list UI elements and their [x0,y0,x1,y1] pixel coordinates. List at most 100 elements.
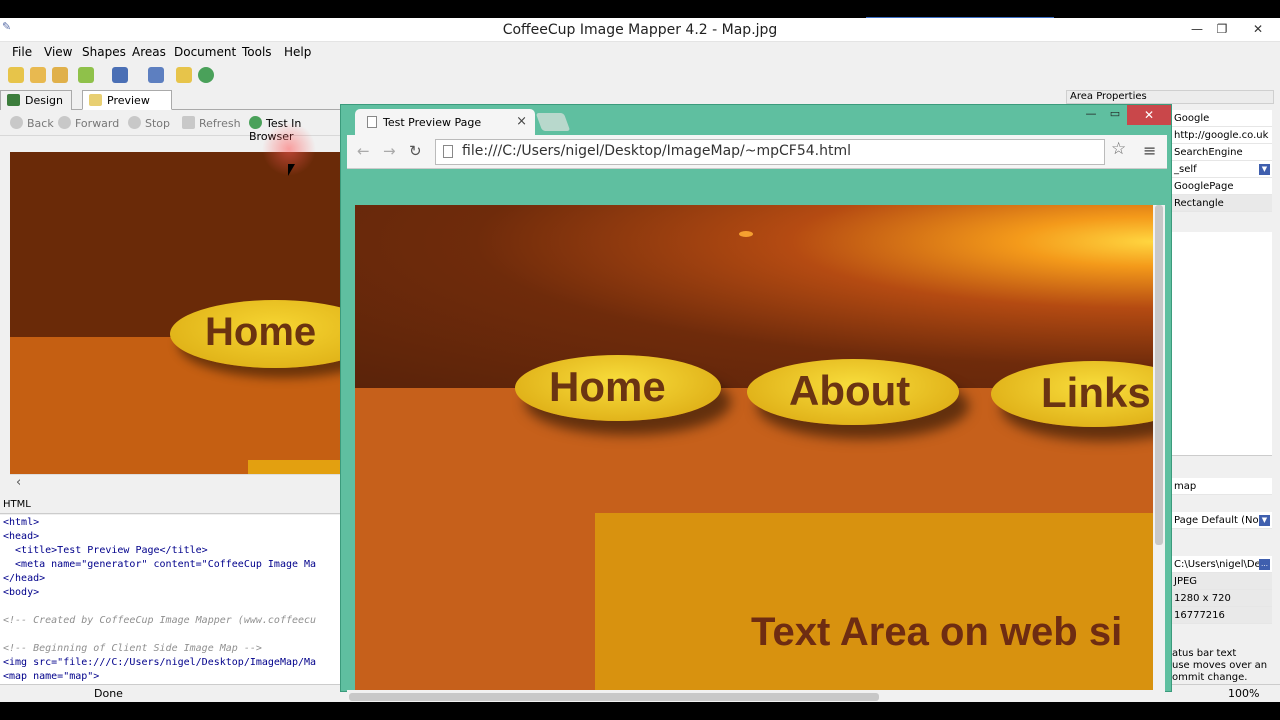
code-line: <head> [3,531,40,542]
property-target-value[interactable]: _self ▼ [1172,161,1272,178]
page-icon [443,145,453,158]
status-text: Done [94,687,123,700]
forward-label: Forward [75,117,120,130]
menu-areas[interactable]: Areas [132,45,166,59]
tab-design-label: Design [25,94,63,107]
text-area-label: Text Area on web si [751,610,1123,654]
page-header-bg [355,205,1153,388]
browser-reload-icon[interactable]: ↻ [409,142,422,160]
chevron-down-icon[interactable]: ▼ [1259,164,1270,175]
menu-shapes[interactable]: Shapes [82,45,126,59]
stop-icon [128,116,141,129]
open-folder-icon[interactable] [52,67,68,83]
scroll-thumb[interactable] [1155,205,1163,545]
zoom-level: 100% [1228,687,1260,700]
open-icon[interactable] [30,67,46,83]
properties-blank-area [1172,232,1272,456]
refresh-button[interactable]: Refresh [182,116,241,130]
globe-icon[interactable] [198,67,214,83]
browser-back-icon[interactable]: ← [357,142,370,160]
preview-icon [89,94,102,106]
export-icon[interactable] [148,67,164,83]
browser-menu-icon[interactable]: ≡ [1143,141,1156,160]
code-line: <meta name="generator" content="CoffeeCu… [3,559,317,570]
property-shape-value[interactable]: Rectangle [1172,195,1272,212]
html-pane-header: HTML [0,499,342,514]
browser-vertical-scrollbar[interactable] [1153,205,1165,690]
forward-button[interactable]: Forward [58,116,119,130]
restore-icon[interactable]: ❐ [1208,20,1236,38]
stop-label: Stop [145,117,171,130]
property-target-text: _self [1174,164,1197,175]
chevron-down-icon[interactable]: ▼ [1259,515,1270,526]
screen-top-bar [0,0,1280,19]
menu-view[interactable]: View [44,45,72,59]
browser-horizontal-scrollbar[interactable] [347,690,1165,702]
text-area-box [248,460,342,474]
tab-close-icon[interactable]: × [516,114,527,129]
preview-canvas[interactable]: Home [10,152,342,474]
browser-minimize-icon[interactable]: — [1079,107,1103,123]
browse-icon[interactable]: … [1259,559,1270,570]
code-line: <map name="map"> [3,671,100,682]
property-alt-value[interactable]: Google [1172,110,1272,127]
tab-design[interactable]: Design [0,90,72,110]
menu-bar: File View Shapes Areas Document Tools He… [0,42,1280,62]
tab-preview[interactable]: Preview [82,90,172,110]
back-button[interactable]: Back [10,116,54,130]
new-tab-button[interactable] [535,113,571,131]
property-title-value[interactable]: SearchEngine [1172,144,1272,161]
page-icon [367,116,377,128]
menu-file[interactable]: File [12,45,32,59]
minimize-icon[interactable]: — [1183,20,1211,38]
browser-viewport[interactable]: Home About Links Text Area on web si [355,205,1153,690]
upload-icon[interactable] [176,67,192,83]
browser-toolbar: ← → ↻ file:///C:/Users/nigel/Desktop/Ima… [347,135,1167,169]
browser-maximize-icon[interactable]: ▭ [1103,107,1127,123]
code-line: <!-- Beginning of Client Side Image Map … [3,643,262,654]
property-image-path-value[interactable]: C:\Users\nigel\De… [1172,556,1272,573]
app-window: ✎ CoffeeCup Image Mapper 4.2 - Map.jpg —… [0,18,1280,702]
back-icon [10,116,23,129]
property-page-default-value[interactable]: Page Default (Nor ▼ [1172,512,1272,529]
stop-button[interactable]: Stop [128,116,170,130]
close-icon[interactable]: ✕ [1244,20,1272,38]
reopen-icon[interactable] [78,67,94,83]
code-line: </head> [3,573,46,584]
property-page-default-text: Page Default (Nor [1174,515,1263,526]
property-image-path-text: C:\Users\nigel\De [1174,559,1261,570]
spark-decoration [739,231,753,237]
browser-close-icon[interactable]: ✕ [1127,105,1171,125]
browser-forward-icon[interactable]: → [383,142,396,160]
view-tabs: Design Preview [0,88,340,110]
menu-help[interactable]: Help [284,45,311,59]
design-icon [7,94,20,106]
bookmark-star-icon[interactable]: ☆ [1111,139,1126,159]
home-button-label: Home [549,363,666,410]
save-icon[interactable] [112,67,128,83]
address-url: file:///C:/Users/nigel/Desktop/ImageMap/… [462,143,851,159]
text-area-box [595,513,1153,690]
window-title: CoffeeCup Image Mapper 4.2 - Map.jpg [502,22,778,38]
property-image-colors-value: 16777216 [1172,607,1272,624]
menu-document[interactable]: Document [174,45,236,59]
browser-tab[interactable]: Test Preview Page × [355,109,535,135]
code-line: <body> [3,587,40,598]
html-code-pane[interactable]: <html> <head> <title>Test Preview Page</… [0,515,342,687]
new-icon[interactable] [8,67,24,83]
property-image-size-value: 1280 x 720 [1172,590,1272,607]
property-name-value[interactable]: GooglePage [1172,178,1272,195]
address-bar[interactable]: file:///C:/Users/nigel/Desktop/ImageMap/… [435,139,1105,165]
scroll-thumb[interactable] [349,693,879,701]
menu-tools[interactable]: Tools [242,45,272,59]
property-map-name-value[interactable]: map [1172,478,1272,495]
browser-icon [249,116,262,129]
property-href-value[interactable]: http://google.co.uk [1172,127,1272,144]
scroll-left-icon[interactable]: ‹ [16,475,21,490]
preview-horizontal-scrollbar[interactable]: ‹ [10,474,342,491]
title-bar: ✎ CoffeeCup Image Mapper 4.2 - Map.jpg —… [0,18,1280,42]
code-line: <!-- Created by CoffeeCup Image Mapper (… [3,615,317,626]
refresh-label: Refresh [199,117,241,130]
refresh-icon [182,116,195,129]
forward-icon [58,116,71,129]
